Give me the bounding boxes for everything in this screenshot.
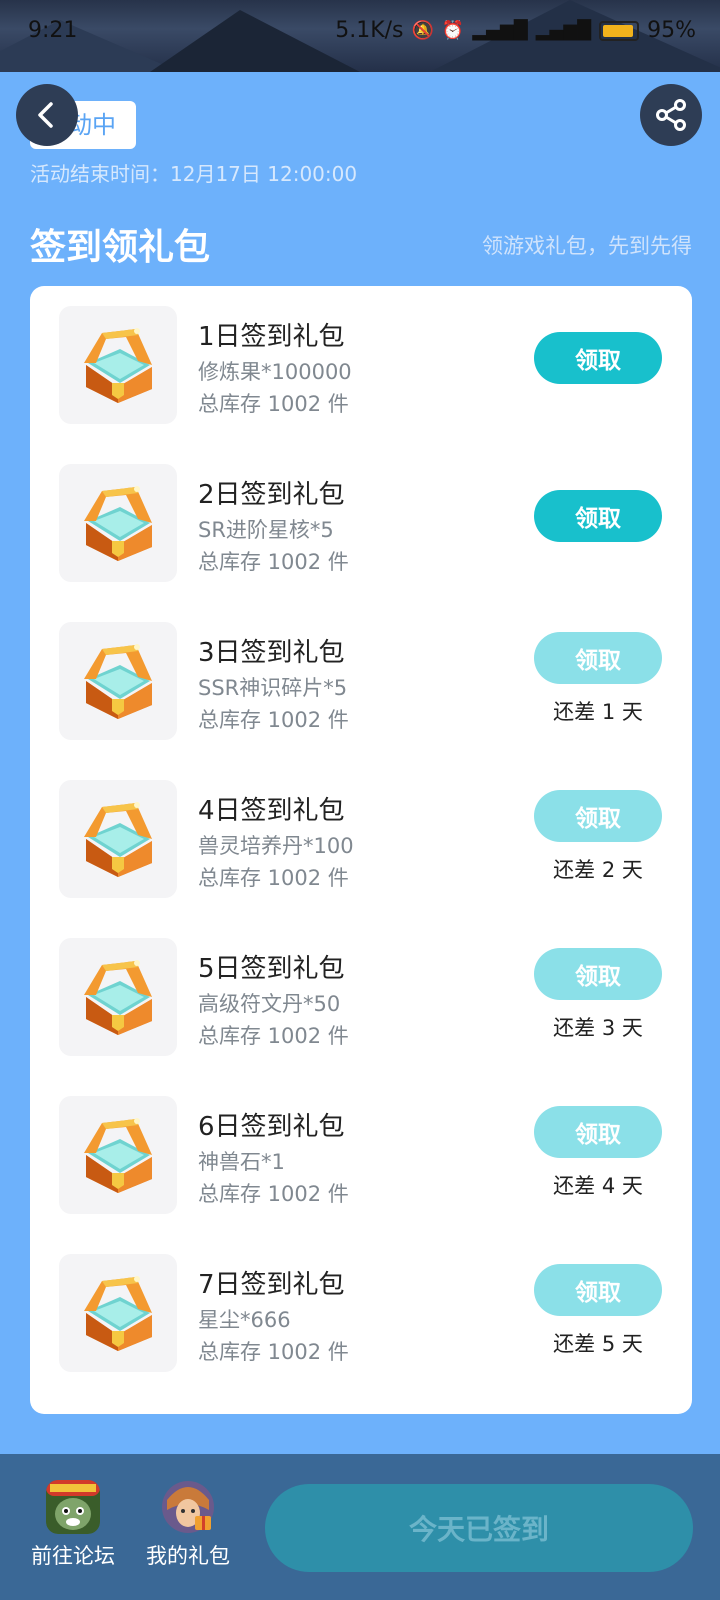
gift-item: 兽灵培养丹*100 bbox=[198, 834, 354, 858]
claim-button[interactable]: 领取 bbox=[534, 332, 662, 384]
gift-title: 4日签到礼包 bbox=[198, 796, 345, 826]
gift-list-card: 1日签到礼包 修炼果*100000 总库存 1002 件 领取 2日签到礼包 S… bbox=[30, 286, 692, 1414]
bottom-bar: 前往论坛 我的礼包 今天已签到 bbox=[0, 1454, 720, 1600]
status-bar: 9:21 5.1K/s 🔕 ⏰ ▂▄▆█ ▂▄▆█ 95% bbox=[0, 0, 720, 72]
claim-button[interactable]: 领取 bbox=[534, 948, 662, 1000]
battery-icon bbox=[599, 20, 640, 41]
section-title: 签到领礼包 bbox=[30, 227, 211, 268]
gift-title: 1日签到礼包 bbox=[198, 322, 345, 352]
treasure-chest-icon bbox=[84, 644, 152, 719]
battery-percent: 95% bbox=[647, 18, 696, 43]
treasure-chest-icon bbox=[84, 960, 152, 1035]
gift-item: 神兽石*1 bbox=[198, 1150, 285, 1174]
gift-row: 7日签到礼包 星尘*666 总库存 1002 件 领取 还差 5 天 bbox=[30, 1234, 692, 1372]
claim-button[interactable]: 领取 bbox=[534, 1106, 662, 1158]
gift-title: 5日签到礼包 bbox=[198, 954, 345, 984]
gift-stock: 总库存 1002 件 bbox=[198, 550, 349, 574]
alarm-icon: ⏰ bbox=[441, 20, 465, 41]
my-gifts-label: 我的礼包 bbox=[146, 1544, 230, 1568]
status-time: 9:21 bbox=[28, 18, 78, 43]
share-button[interactable] bbox=[640, 84, 702, 146]
signed-today-button[interactable]: 今天已签到 bbox=[265, 1484, 693, 1572]
activity-end-time: 活动结束时间：12月17日 12:00:00 bbox=[30, 162, 358, 186]
gift-stock: 总库存 1002 件 bbox=[198, 1340, 349, 1364]
gift-stock: 总库存 1002 件 bbox=[198, 866, 349, 890]
treasure-chest-icon bbox=[84, 486, 152, 561]
treasure-chest-icon bbox=[84, 1276, 152, 1351]
gift-item: 修炼果*100000 bbox=[198, 360, 352, 384]
gift-title: 7日签到礼包 bbox=[198, 1270, 345, 1300]
gift-item: 高级符文丹*50 bbox=[198, 992, 341, 1016]
gift-item: 星尘*666 bbox=[198, 1308, 291, 1332]
gift-title: 2日签到礼包 bbox=[198, 480, 345, 510]
gift-row: 5日签到礼包 高级符文丹*50 总库存 1002 件 领取 还差 3 天 bbox=[30, 918, 692, 1056]
gift-thumbnail bbox=[59, 1096, 177, 1214]
status-right: 5.1K/s 🔕 ⏰ ▂▄▆█ ▂▄▆█ 95% bbox=[335, 18, 696, 43]
my-gifts-avatar-icon bbox=[162, 1481, 214, 1533]
mute-icon: 🔕 bbox=[411, 20, 434, 41]
forum-game-icon bbox=[46, 1480, 100, 1534]
gift-stock: 总库存 1002 件 bbox=[198, 392, 349, 416]
back-button[interactable] bbox=[16, 84, 78, 146]
days-remaining: 还差 2 天 bbox=[553, 858, 643, 882]
signal-icon: ▂▄▆█ bbox=[472, 20, 528, 41]
gift-row: 1日签到礼包 修炼果*100000 总库存 1002 件 领取 bbox=[30, 286, 692, 424]
claim-button[interactable]: 领取 bbox=[534, 632, 662, 684]
claim-button[interactable]: 领取 bbox=[534, 1264, 662, 1316]
gift-thumbnail bbox=[59, 464, 177, 582]
gift-thumbnail bbox=[59, 622, 177, 740]
days-remaining: 还差 1 天 bbox=[553, 700, 643, 724]
gift-item: SR进阶星核*5 bbox=[198, 518, 334, 542]
signal-icon: ▂▄▆█ bbox=[535, 20, 592, 41]
section-subtitle: 领游戏礼包，先到先得 bbox=[482, 234, 692, 258]
network-speed: 5.1K/s bbox=[335, 18, 404, 43]
gift-row: 4日签到礼包 兽灵培养丹*100 总库存 1002 件 领取 还差 2 天 bbox=[30, 760, 692, 898]
treasure-chest-icon bbox=[84, 802, 152, 877]
gift-row: 2日签到礼包 SR进阶星核*5 总库存 1002 件 领取 bbox=[30, 444, 692, 582]
forum-label: 前往论坛 bbox=[31, 1544, 115, 1568]
forum-button[interactable]: 前往论坛 bbox=[23, 1480, 123, 1570]
gift-thumbnail bbox=[59, 780, 177, 898]
background-mountain bbox=[150, 10, 360, 72]
treasure-chest-icon bbox=[84, 1118, 152, 1193]
days-remaining: 还差 5 天 bbox=[553, 1332, 643, 1356]
gift-thumbnail bbox=[59, 1254, 177, 1372]
days-remaining: 还差 3 天 bbox=[553, 1016, 643, 1040]
gift-thumbnail bbox=[59, 306, 177, 424]
gift-title: 3日签到礼包 bbox=[198, 638, 345, 668]
gift-thumbnail bbox=[59, 938, 177, 1056]
days-remaining: 还差 4 天 bbox=[553, 1174, 643, 1198]
gift-row: 6日签到礼包 神兽石*1 总库存 1002 件 领取 还差 4 天 bbox=[30, 1076, 692, 1214]
gift-item: SSR神识碎片*5 bbox=[198, 676, 348, 700]
gift-stock: 总库存 1002 件 bbox=[198, 708, 349, 732]
my-gifts-button[interactable]: 我的礼包 bbox=[138, 1480, 238, 1570]
treasure-chest-icon bbox=[84, 328, 152, 403]
claim-button[interactable]: 领取 bbox=[534, 490, 662, 542]
share-icon bbox=[656, 99, 686, 131]
chevron-left-icon bbox=[38, 102, 53, 128]
claim-button[interactable]: 领取 bbox=[534, 790, 662, 842]
gift-row: 3日签到礼包 SSR神识碎片*5 总库存 1002 件 领取 还差 1 天 bbox=[30, 602, 692, 740]
gift-title: 6日签到礼包 bbox=[198, 1112, 345, 1142]
gift-stock: 总库存 1002 件 bbox=[198, 1182, 349, 1206]
gift-stock: 总库存 1002 件 bbox=[198, 1024, 349, 1048]
